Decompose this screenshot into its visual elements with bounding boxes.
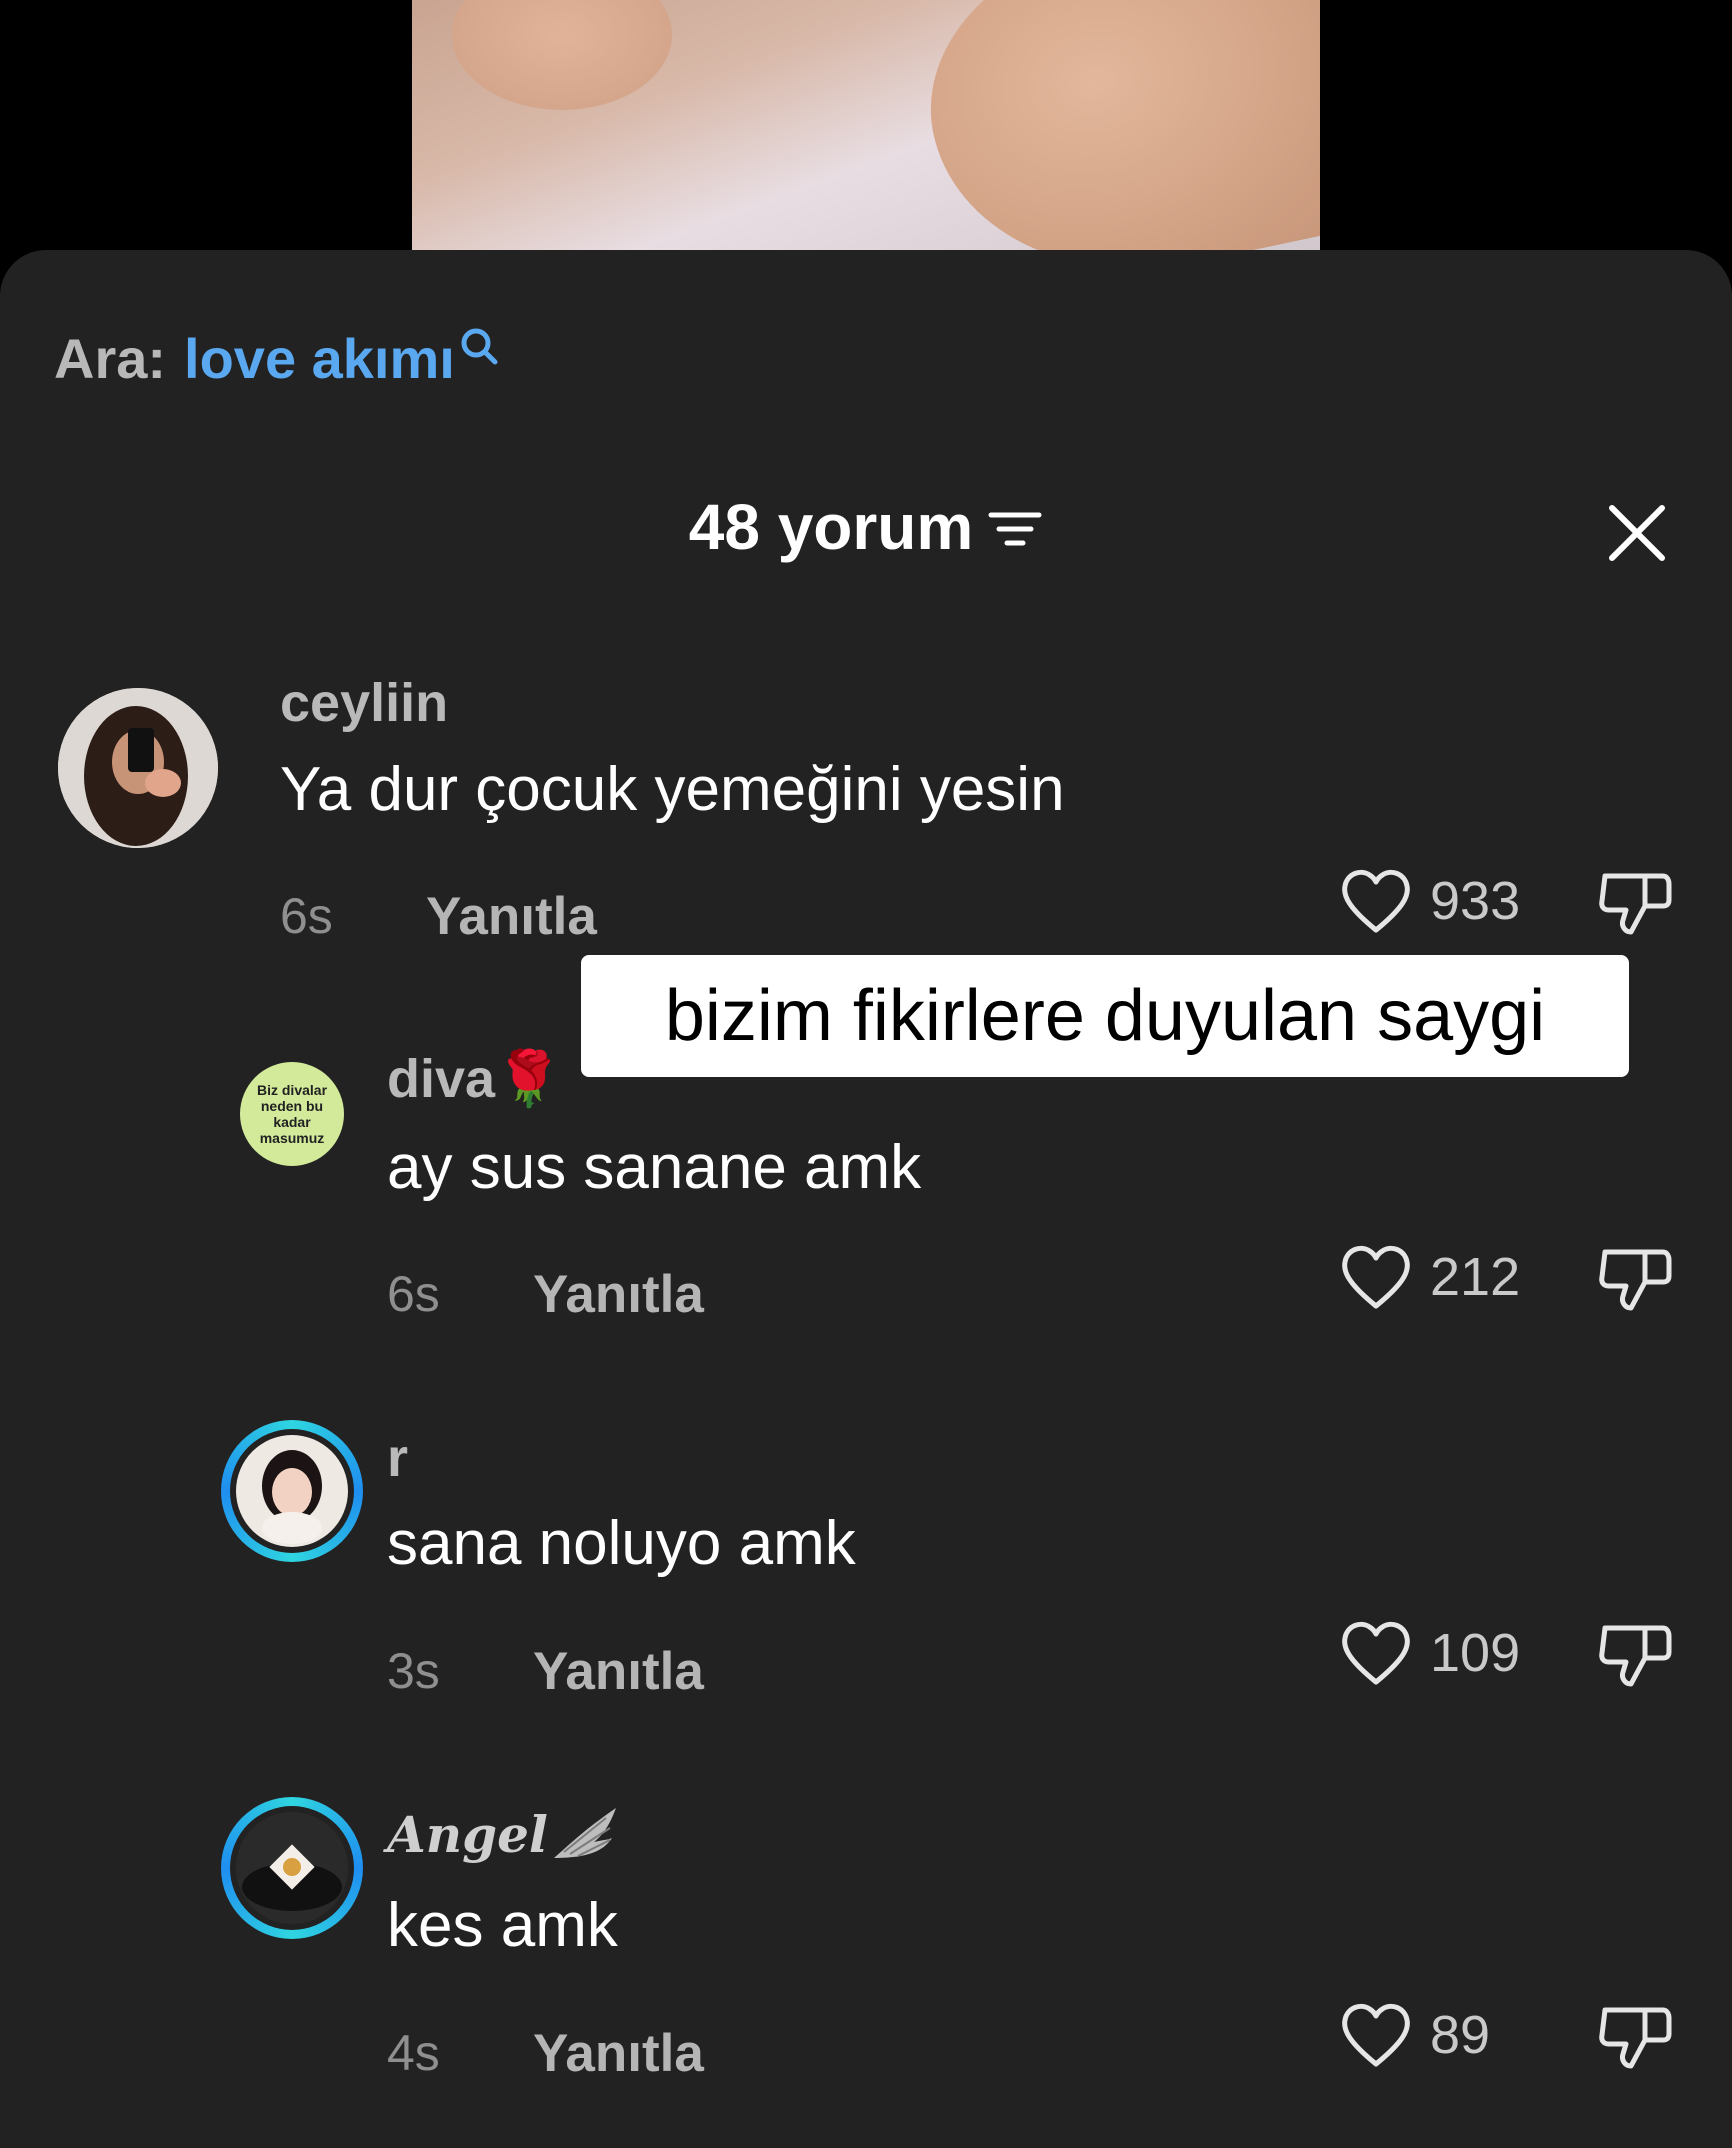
avatar-text: neden bu: [260, 1098, 324, 1114]
search-query-link[interactable]: love akımı: [184, 326, 455, 391]
comment-username[interactable]: ceyliin: [280, 672, 448, 734]
avatar-text: masumuz: [259, 1130, 325, 1146]
video-arm: [902, 0, 1320, 270]
video-hand: [452, 0, 672, 110]
avatar[interactable]: [58, 688, 218, 848]
video-preview[interactable]: [412, 0, 1320, 270]
comment-count-title: 48 yorum: [688, 491, 974, 563]
comment-time: 6s: [387, 1266, 440, 1322]
overlay-caption: bizim fikirlere duyulan saygi: [581, 955, 1629, 1077]
username-text: Angel: [387, 1804, 548, 1864]
avatar[interactable]: Biz divalar neden bu kadar masumuz: [240, 1062, 344, 1166]
avatar[interactable]: [221, 1420, 363, 1562]
avatar-portrait: [230, 1806, 354, 1930]
like-count: 89: [1430, 2005, 1491, 2065]
like-count: 109: [1430, 1623, 1521, 1683]
like-count: 212: [1430, 1247, 1521, 1307]
reply-button[interactable]: Yanıtla: [533, 1264, 704, 1325]
like-count: 933: [1430, 871, 1521, 931]
sort-filter-icon[interactable]: [987, 507, 1043, 551]
comments-header: 48 yorum: [0, 490, 1732, 564]
comment-time: 6s: [280, 888, 333, 944]
comment-time: 4s: [387, 2025, 440, 2081]
dislike-icon[interactable]: [1597, 866, 1673, 938]
reply-button[interactable]: Yanıtla: [533, 2023, 704, 2084]
comment-text: kes amk: [387, 1891, 618, 1960]
comment-username[interactable]: r: [387, 1427, 408, 1489]
reply-button[interactable]: Yanıtla: [426, 886, 597, 947]
comment-text: ay sus sanane amk: [387, 1133, 922, 1202]
heart-icon[interactable]: [1339, 1618, 1413, 1688]
avatar-portrait: [58, 688, 218, 848]
search-label: Ara:: [54, 327, 167, 390]
comment-text: sana noluyo amk: [387, 1509, 856, 1578]
comment-time: 3s: [387, 1643, 440, 1699]
comment-text: Ya dur çocuk yemeğini yesin: [280, 755, 1065, 824]
reply-button[interactable]: Yanıtla: [533, 1641, 704, 1702]
avatar-text: kadar: [273, 1114, 311, 1130]
search-icon: [461, 328, 498, 365]
comment-username[interactable]: diva🌹: [387, 1048, 562, 1111]
search-suggestion[interactable]: Ara: love akımı: [54, 326, 501, 391]
heart-icon[interactable]: [1339, 2000, 1413, 2070]
avatar[interactable]: [221, 1797, 363, 1939]
avatar-text: Biz divalar: [256, 1082, 328, 1098]
dislike-icon[interactable]: [1597, 1618, 1673, 1690]
dislike-icon[interactable]: [1597, 1242, 1673, 1314]
wing-icon: [553, 1808, 616, 1858]
dislike-icon[interactable]: [1597, 2000, 1673, 2072]
avatar-portrait: [230, 1429, 354, 1553]
comment-username[interactable]: Angel: [387, 1804, 620, 1864]
heart-icon[interactable]: [1339, 1242, 1413, 1312]
heart-icon[interactable]: [1339, 866, 1413, 936]
close-icon[interactable]: [1606, 502, 1668, 564]
